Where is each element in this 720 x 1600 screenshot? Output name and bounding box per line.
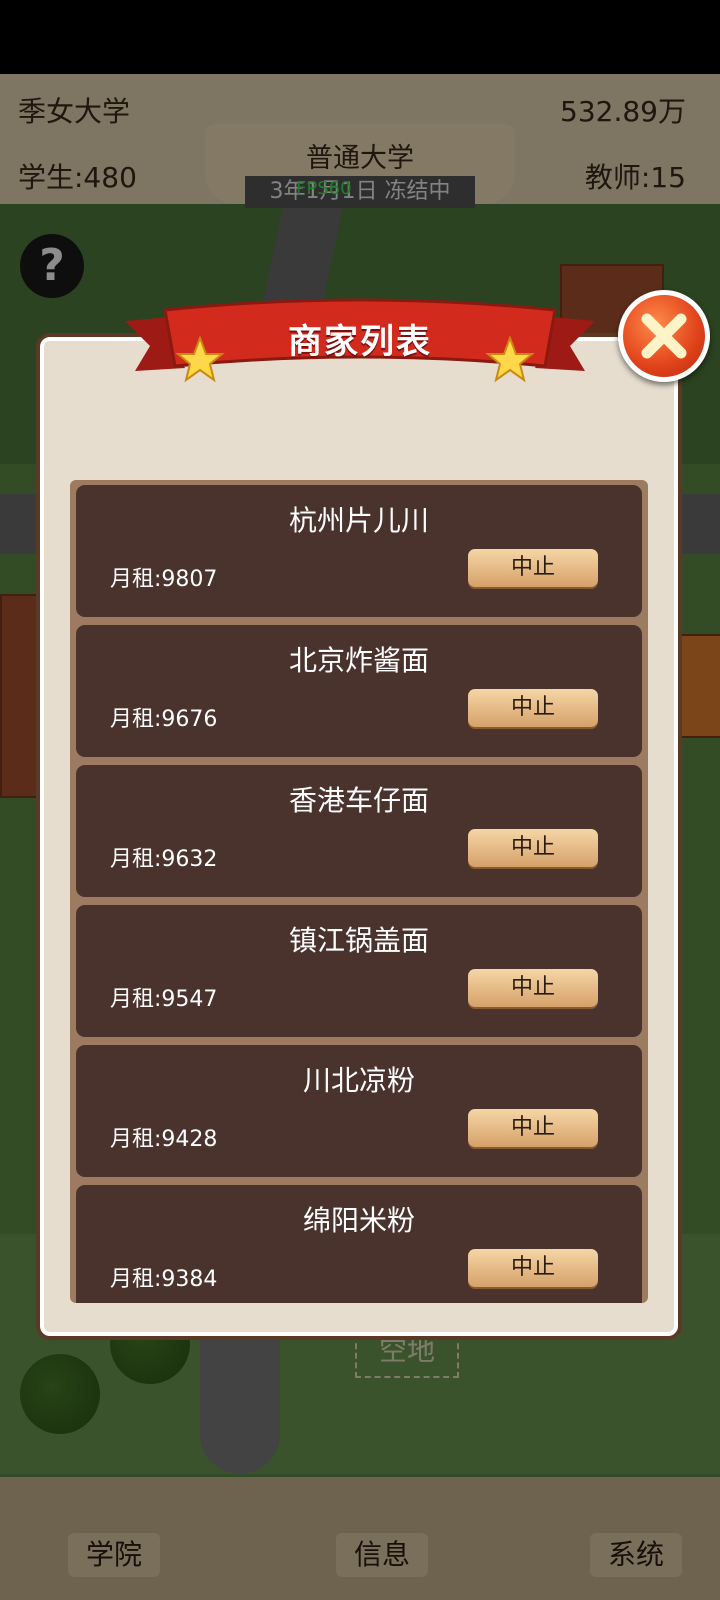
merchant-name: 杭州片儿川 bbox=[288, 504, 429, 537]
merchant-item: 杭州片儿川 月租:9807 中止 bbox=[76, 485, 642, 617]
merchant-name: 北京炸酱面 bbox=[288, 644, 429, 677]
merchant-item: 香港车仔面 月租:9632 中止 bbox=[76, 765, 642, 897]
merchant-item: 镇江锅盖面 月租:9547 中止 bbox=[76, 905, 642, 1037]
merchant-name: 绵阳米粉 bbox=[302, 1204, 415, 1237]
stop-button[interactable]: 中止 bbox=[468, 969, 598, 1007]
merchant-item: 川北凉粉 月租:9428 中止 bbox=[76, 1045, 642, 1177]
merchant-list[interactable]: 杭州片儿川 月租:9807 中止 北京炸酱面 月租:9676 中止 香港车仔面 … bbox=[70, 480, 648, 1303]
merchant-name: 镇江锅盖面 bbox=[288, 924, 429, 957]
merchant-rent: 月租:9547 bbox=[110, 987, 218, 1012]
star-icon bbox=[175, 336, 225, 383]
merchant-rent: 月租:9632 bbox=[110, 847, 218, 872]
merchant-rent: 月租:9384 bbox=[110, 1267, 218, 1292]
merchant-rent: 月租:9676 bbox=[110, 707, 218, 732]
close-button[interactable] bbox=[618, 290, 710, 382]
merchant-item: 北京炸酱面 月租:9676 中止 bbox=[76, 625, 642, 757]
stop-button[interactable]: 中止 bbox=[468, 549, 598, 587]
stop-button[interactable]: 中止 bbox=[468, 1249, 598, 1287]
stop-button[interactable]: 中止 bbox=[468, 1109, 598, 1147]
merchant-name: 香港车仔面 bbox=[288, 784, 429, 817]
merchant-name: 川北凉粉 bbox=[302, 1064, 415, 1097]
dialog-title-ribbon: 商家列表 bbox=[125, 296, 595, 386]
merchant-rent: 月租:9428 bbox=[110, 1127, 218, 1152]
merchant-rent: 月租:9807 bbox=[110, 567, 218, 592]
star-icon bbox=[485, 336, 535, 383]
stop-button[interactable]: 中止 bbox=[468, 689, 598, 727]
merchant-item: 绵阳米粉 月租:9384 中止 bbox=[76, 1185, 642, 1303]
close-icon bbox=[641, 313, 687, 359]
stop-button[interactable]: 中止 bbox=[468, 829, 598, 867]
